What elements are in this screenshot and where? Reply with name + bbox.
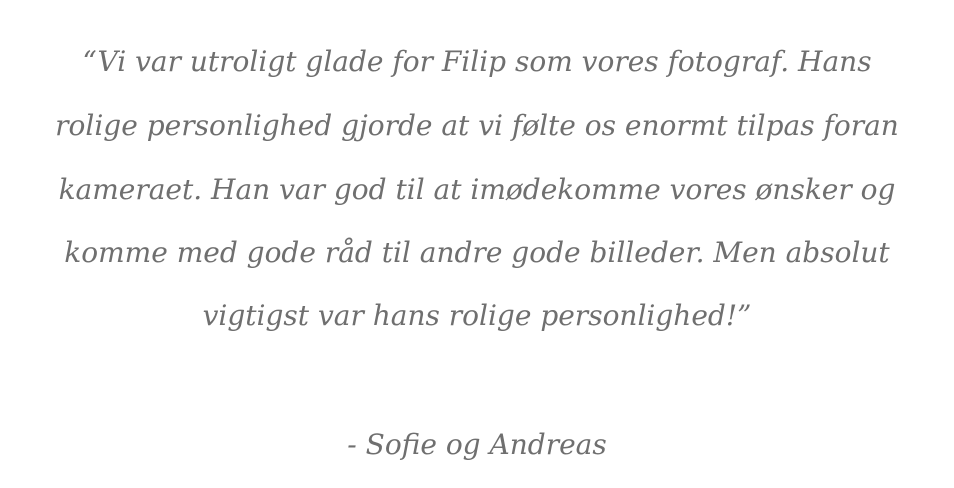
testimonial: “Vi var utroligt glade for Filip som vor… — [0, 0, 954, 488]
quote-line: vigtigst var hans rolige personlighed!” — [202, 299, 752, 332]
testimonial-author: - Sofie og Andreas — [347, 428, 607, 461]
quote-line: rolige personlighed gjorde at vi følte o… — [55, 109, 899, 142]
quote-line: kameraet. Han var god til at imødekomme … — [58, 173, 896, 206]
quote-line: komme med gode råd til andre gode billed… — [64, 236, 890, 269]
quote-line: “Vi var utroligt glade for Filip som vor… — [82, 45, 872, 78]
